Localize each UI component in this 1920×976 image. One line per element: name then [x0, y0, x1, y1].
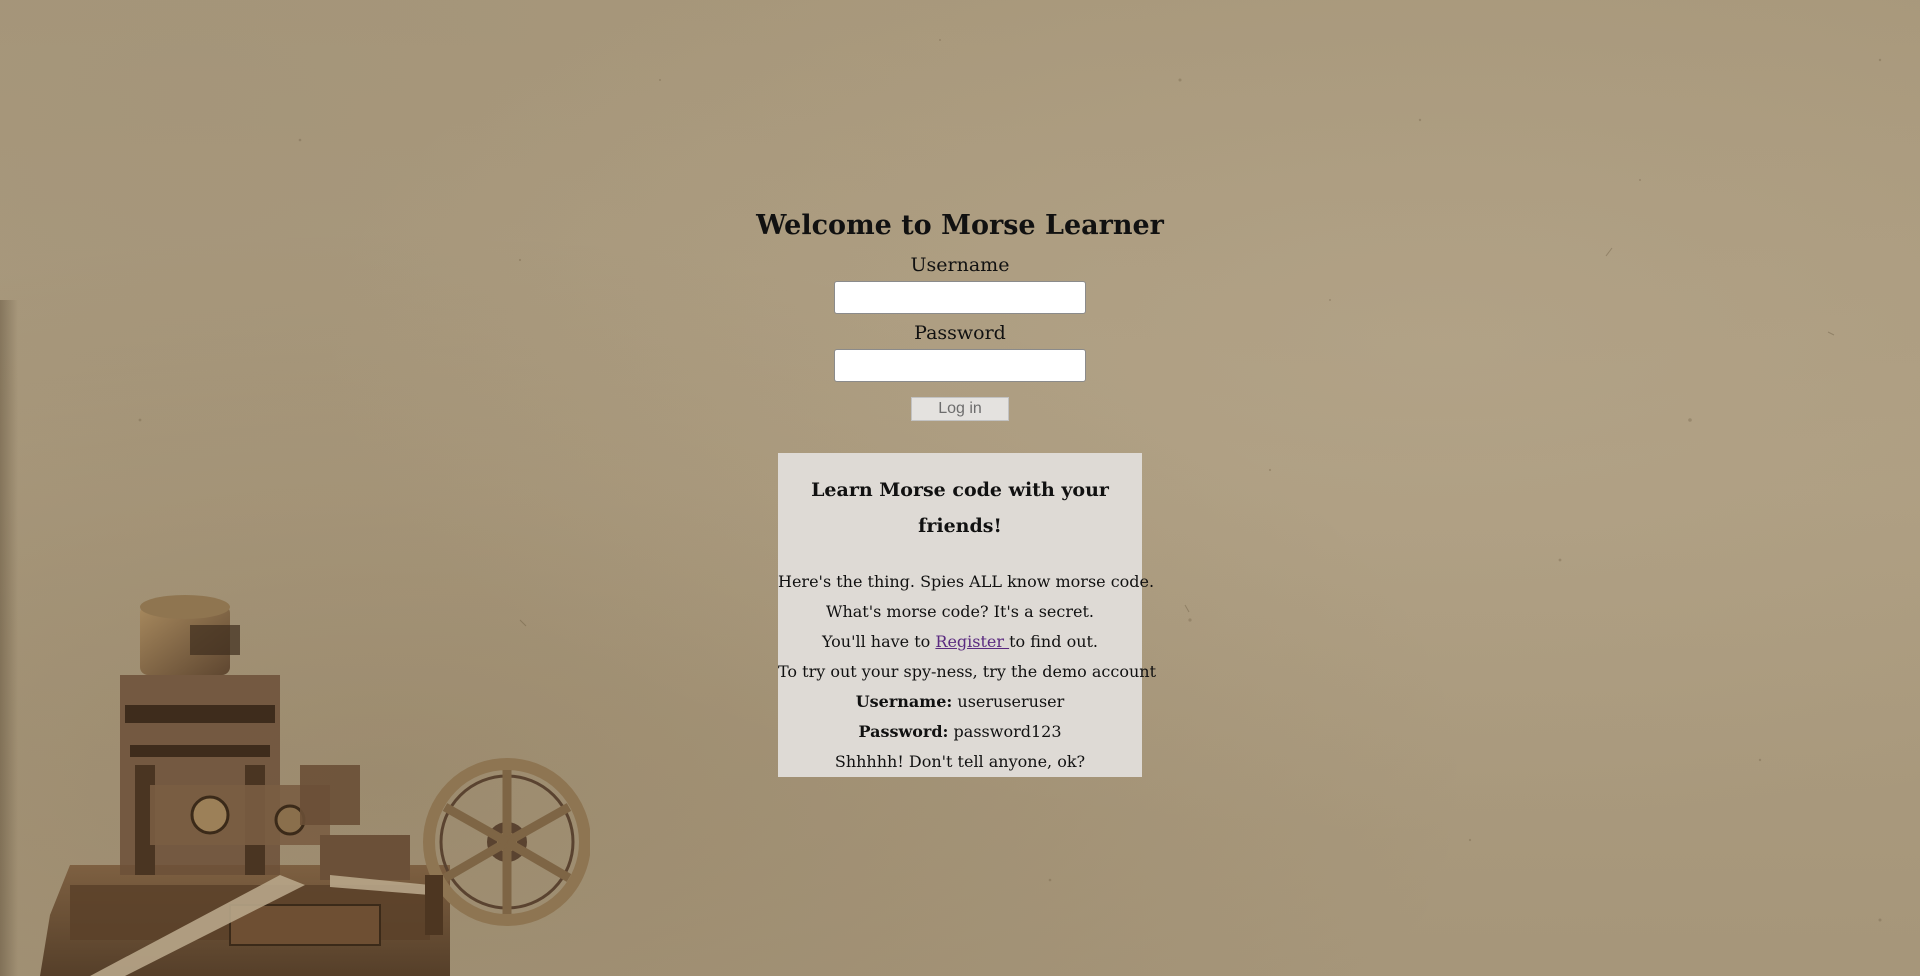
info-line-register-before: You'll have to: [821, 632, 936, 651]
username-input[interactable]: [834, 281, 1086, 314]
info-line-register-after: to find out.: [1009, 632, 1099, 651]
demo-username-label: Username:: [855, 692, 953, 711]
password-input[interactable]: [834, 349, 1086, 382]
demo-username-value: useruseruser: [952, 692, 1065, 711]
info-line-secret: What's morse code? It's a secret.: [826, 602, 1094, 621]
info-line-register: You'll have to Register to find out.: [778, 627, 1142, 657]
page-title: Welcome to Morse Learner: [756, 210, 1164, 241]
demo-username: Username: useruseruser: [778, 687, 1142, 717]
info-line-spies: Here's the thing. Spies ALL know morse c…: [778, 572, 1155, 591]
demo-password-value: password123: [948, 722, 1062, 741]
info-panel: Learn Morse code with your friends! Here…: [778, 453, 1157, 777]
password-label: Password: [914, 322, 1006, 344]
login-button[interactable]: Log in: [911, 397, 1009, 421]
register-link[interactable]: Register: [935, 632, 1009, 651]
info-line-demo: To try out your spy-ness, try the demo a…: [778, 662, 1157, 681]
telegraph-illustration: [40, 595, 590, 976]
username-label: Username: [910, 254, 1010, 276]
info-line-shh: Shhhhh! Don't tell anyone, ok?: [834, 752, 1086, 771]
info-heading: Learn Morse code with your friends!: [811, 479, 1109, 537]
demo-password-label: Password:: [858, 722, 949, 741]
demo-password: Password: password123: [778, 717, 1142, 747]
info-lines: Here's the thing. Spies ALL know morse c…: [778, 567, 1157, 777]
login-form: Welcome to Morse Learner Username Passwo…: [0, 206, 1920, 421]
